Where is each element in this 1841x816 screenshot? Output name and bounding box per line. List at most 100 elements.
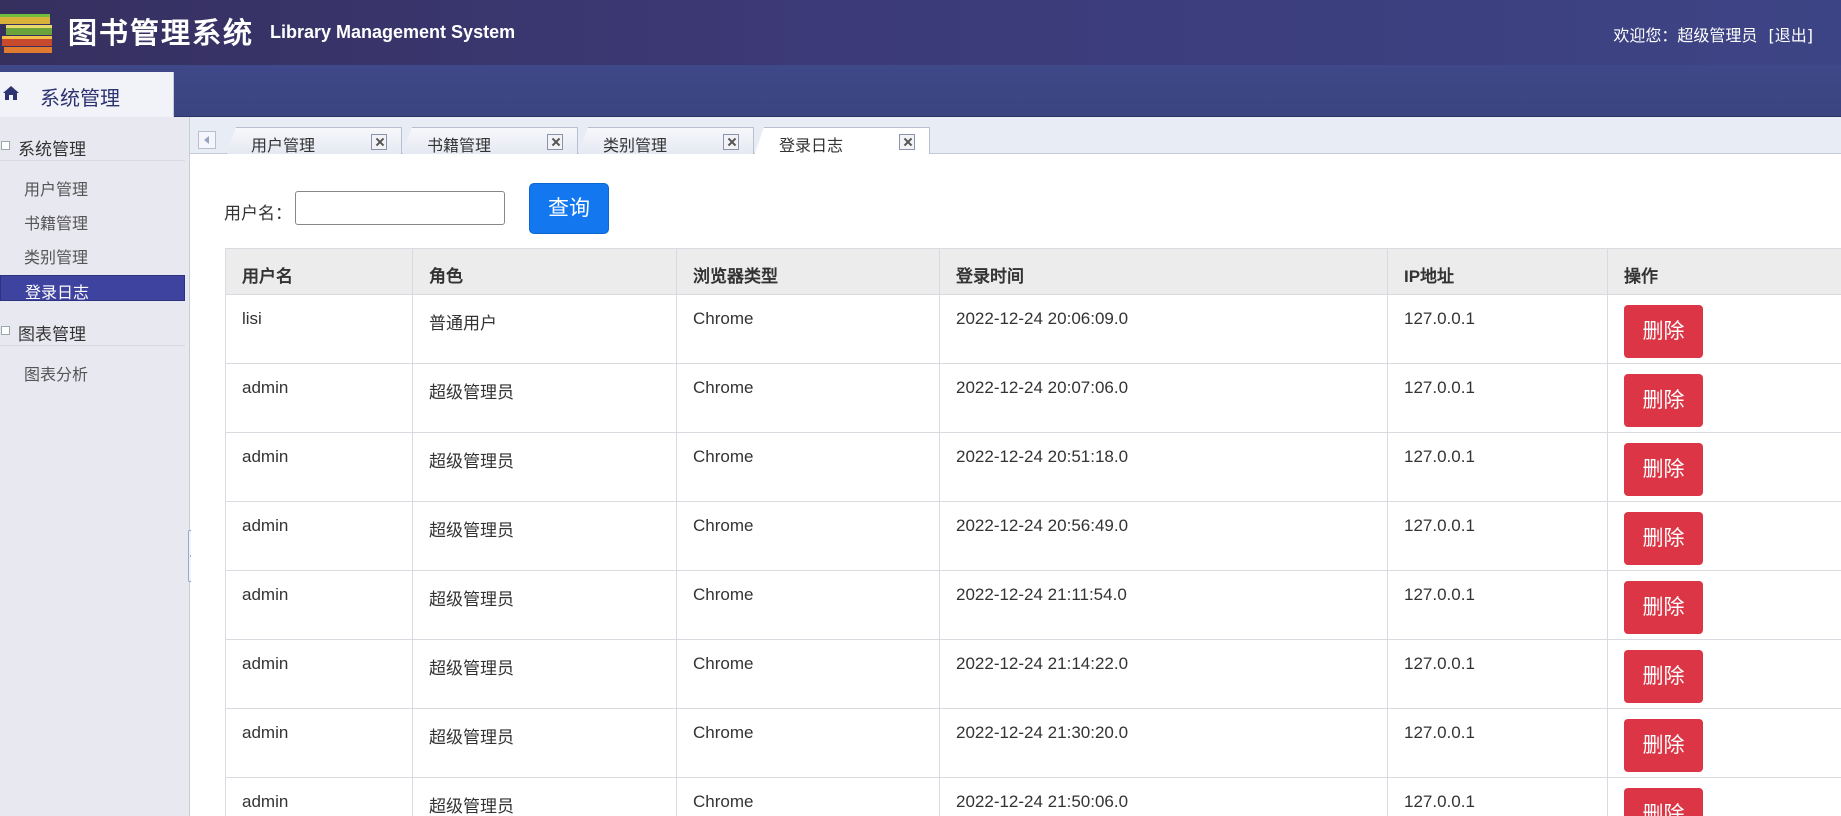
- welcome-area: 欢迎您：超级管理员 [退出]: [1607, 22, 1813, 46]
- table-row: admin 超级管理员 Chrome 2022-12-24 21:14:22.0 127…: [225, 639, 1841, 709]
- role-cell: 超级管理员: [412, 432, 677, 502]
- delete-button[interactable]: 删除: [1624, 719, 1703, 772]
- role-cell: 超级管理员: [412, 708, 677, 778]
- actions-cell: 删除: [1607, 639, 1841, 709]
- ip-cell: 127.0.0.1: [1387, 294, 1608, 364]
- table-row: admin 超级管理员 Chrome 2022-12-24 20:07:06.0 127…: [225, 363, 1841, 433]
- browser-cell: Chrome: [676, 501, 940, 571]
- ip-cell: 127.0.0.1: [1387, 363, 1608, 433]
- role-cell: 超级管理员: [412, 501, 677, 571]
- actions-cell: 删除: [1607, 363, 1841, 433]
- browser-cell: Chrome: [676, 639, 940, 709]
- table-row: admin 超级管理员 Chrome 2022-12-24 21:30:20.0 127…: [225, 708, 1841, 778]
- delete-button[interactable]: 删除: [1624, 443, 1703, 496]
- welcome-text: 欢迎您：超级管理员: [1613, 26, 1758, 45]
- close-icon[interactable]: [899, 134, 915, 150]
- username-cell: lisi: [225, 294, 413, 364]
- actions-cell: 删除: [1607, 432, 1841, 502]
- delete-button[interactable]: 删除: [1624, 788, 1703, 816]
- actions-cell: 删除: [1607, 501, 1841, 571]
- close-icon[interactable]: [723, 134, 739, 150]
- tab-category-management[interactable]: 类别管理: [578, 127, 754, 155]
- ip-cell: 127.0.0.1: [1387, 432, 1608, 502]
- app-header: 图书管理系统 Library Management System 欢迎您：超级管…: [0, 0, 1841, 65]
- ip-cell: 127.0.0.1: [1387, 777, 1608, 816]
- login-time-cell: 2022-12-24 20:51:18.0: [939, 432, 1388, 502]
- login-log-table: 用户名 角色 浏览器类型 登录时间 IP地址 操作 lisi 普通用户 Chrome 2022-…: [225, 248, 1841, 816]
- query-button[interactable]: 查询: [529, 183, 609, 234]
- ip-cell: 127.0.0.1: [1387, 708, 1608, 778]
- tab-user-management[interactable]: 用户管理: [226, 127, 402, 155]
- login-time-cell: 2022-12-24 20:56:49.0: [939, 501, 1388, 571]
- column-header-ip: IP地址: [1387, 248, 1608, 295]
- sidebar-group-label: 图表管理: [18, 325, 86, 345]
- tab-login-log[interactable]: 登录日志: [754, 127, 930, 156]
- username-cell: admin: [225, 639, 413, 709]
- username-cell: admin: [225, 363, 413, 433]
- browser-cell: Chrome: [676, 294, 940, 364]
- sidebar-item-user-management[interactable]: 用户管理: [0, 173, 185, 199]
- app-title: 图书管理系统: [68, 16, 255, 50]
- sub-header-bar: [0, 65, 1841, 117]
- sidebar-item-book-management[interactable]: 书籍管理: [0, 207, 185, 233]
- column-header-login-time: 登录时间: [939, 248, 1388, 295]
- sidebar-item-label: 图表分析: [24, 365, 89, 384]
- sidebar-item-category-management[interactable]: 类别管理: [0, 241, 185, 267]
- delete-button[interactable]: 删除: [1624, 374, 1703, 427]
- table-body: lisi 普通用户 Chrome 2022-12-24 20:06:09.0 127.0…: [225, 294, 1841, 816]
- sidebar-item-chart-analysis[interactable]: 图表分析: [0, 358, 185, 384]
- login-time-cell: 2022-12-24 21:50:06.0: [939, 777, 1388, 816]
- collapse-square-icon: [1, 326, 10, 335]
- role-cell: 超级管理员: [412, 639, 677, 709]
- role-cell: 超级管理员: [412, 777, 677, 816]
- main-content: 用户名： 查询 用户名 角色 浏览器类型 登录时间 IP地址 操作 lisi 普通用户 Chr…: [191, 154, 1841, 816]
- sidebar-item-login-log[interactable]: 登录日志: [0, 275, 185, 302]
- column-header-username: 用户名: [225, 248, 413, 295]
- browser-cell: Chrome: [676, 432, 940, 502]
- tab-book-management[interactable]: 书籍管理: [402, 127, 578, 155]
- ip-cell: 127.0.0.1: [1387, 501, 1608, 571]
- username-search-input[interactable]: [295, 191, 505, 225]
- column-header-actions: 操作: [1607, 248, 1841, 295]
- sidebar-item-label: 书籍管理: [24, 214, 89, 233]
- sidebar: 系统管理 用户管理 书籍管理 类别管理 登录日志 图表管理 图表分析: [0, 117, 190, 816]
- home-icon: [3, 86, 19, 100]
- sidebar-panel-header[interactable]: 系统管理: [0, 72, 174, 117]
- sidebar-item-label: 类别管理: [24, 248, 89, 267]
- tab-label: 登录日志: [779, 136, 844, 155]
- ip-cell: 127.0.0.1: [1387, 639, 1608, 709]
- browser-cell: Chrome: [676, 777, 940, 816]
- ip-cell: 127.0.0.1: [1387, 570, 1608, 640]
- column-header-role: 角色: [412, 248, 677, 295]
- login-time-cell: 2022-12-24 21:14:22.0: [939, 639, 1388, 709]
- role-cell: 超级管理员: [412, 570, 677, 640]
- tab-scroll-left-button[interactable]: [198, 131, 216, 149]
- sidebar-group-charts[interactable]: 图表管理: [0, 316, 185, 346]
- app-subtitle: Library Management System: [270, 22, 516, 42]
- username-cell: admin: [225, 570, 413, 640]
- close-icon[interactable]: [547, 134, 563, 150]
- column-header-browser: 浏览器类型: [676, 248, 940, 295]
- logout-link[interactable]: [退出]: [1769, 26, 1814, 45]
- close-icon[interactable]: [371, 134, 387, 150]
- tab-strip: 用户管理 书籍管理 类别管理 登录日志: [190, 117, 1841, 156]
- username-cell: admin: [225, 777, 413, 816]
- table-row: admin 超级管理员 Chrome 2022-12-24 21:50:06.0 127…: [225, 777, 1841, 816]
- role-cell: 普通用户: [412, 294, 677, 364]
- delete-button[interactable]: 删除: [1624, 581, 1703, 634]
- delete-button[interactable]: 删除: [1624, 512, 1703, 565]
- login-time-cell: 2022-12-24 20:07:06.0: [939, 363, 1388, 433]
- username-cell: admin: [225, 501, 413, 571]
- delete-button[interactable]: 删除: [1624, 650, 1703, 703]
- username-cell: admin: [225, 432, 413, 502]
- delete-button[interactable]: 删除: [1624, 305, 1703, 358]
- sidebar-item-label: 登录日志: [25, 283, 90, 302]
- sidebar-panel-title: 系统管理: [40, 86, 120, 110]
- role-cell: 超级管理员: [412, 363, 677, 433]
- login-time-cell: 2022-12-24 20:06:09.0: [939, 294, 1388, 364]
- tab-label: 用户管理: [251, 136, 316, 155]
- tab-label: 书籍管理: [427, 136, 492, 155]
- sidebar-group-system[interactable]: 系统管理: [0, 131, 185, 161]
- table-row: lisi 普通用户 Chrome 2022-12-24 20:06:09.0 127.0…: [225, 294, 1841, 364]
- username-cell: admin: [225, 708, 413, 778]
